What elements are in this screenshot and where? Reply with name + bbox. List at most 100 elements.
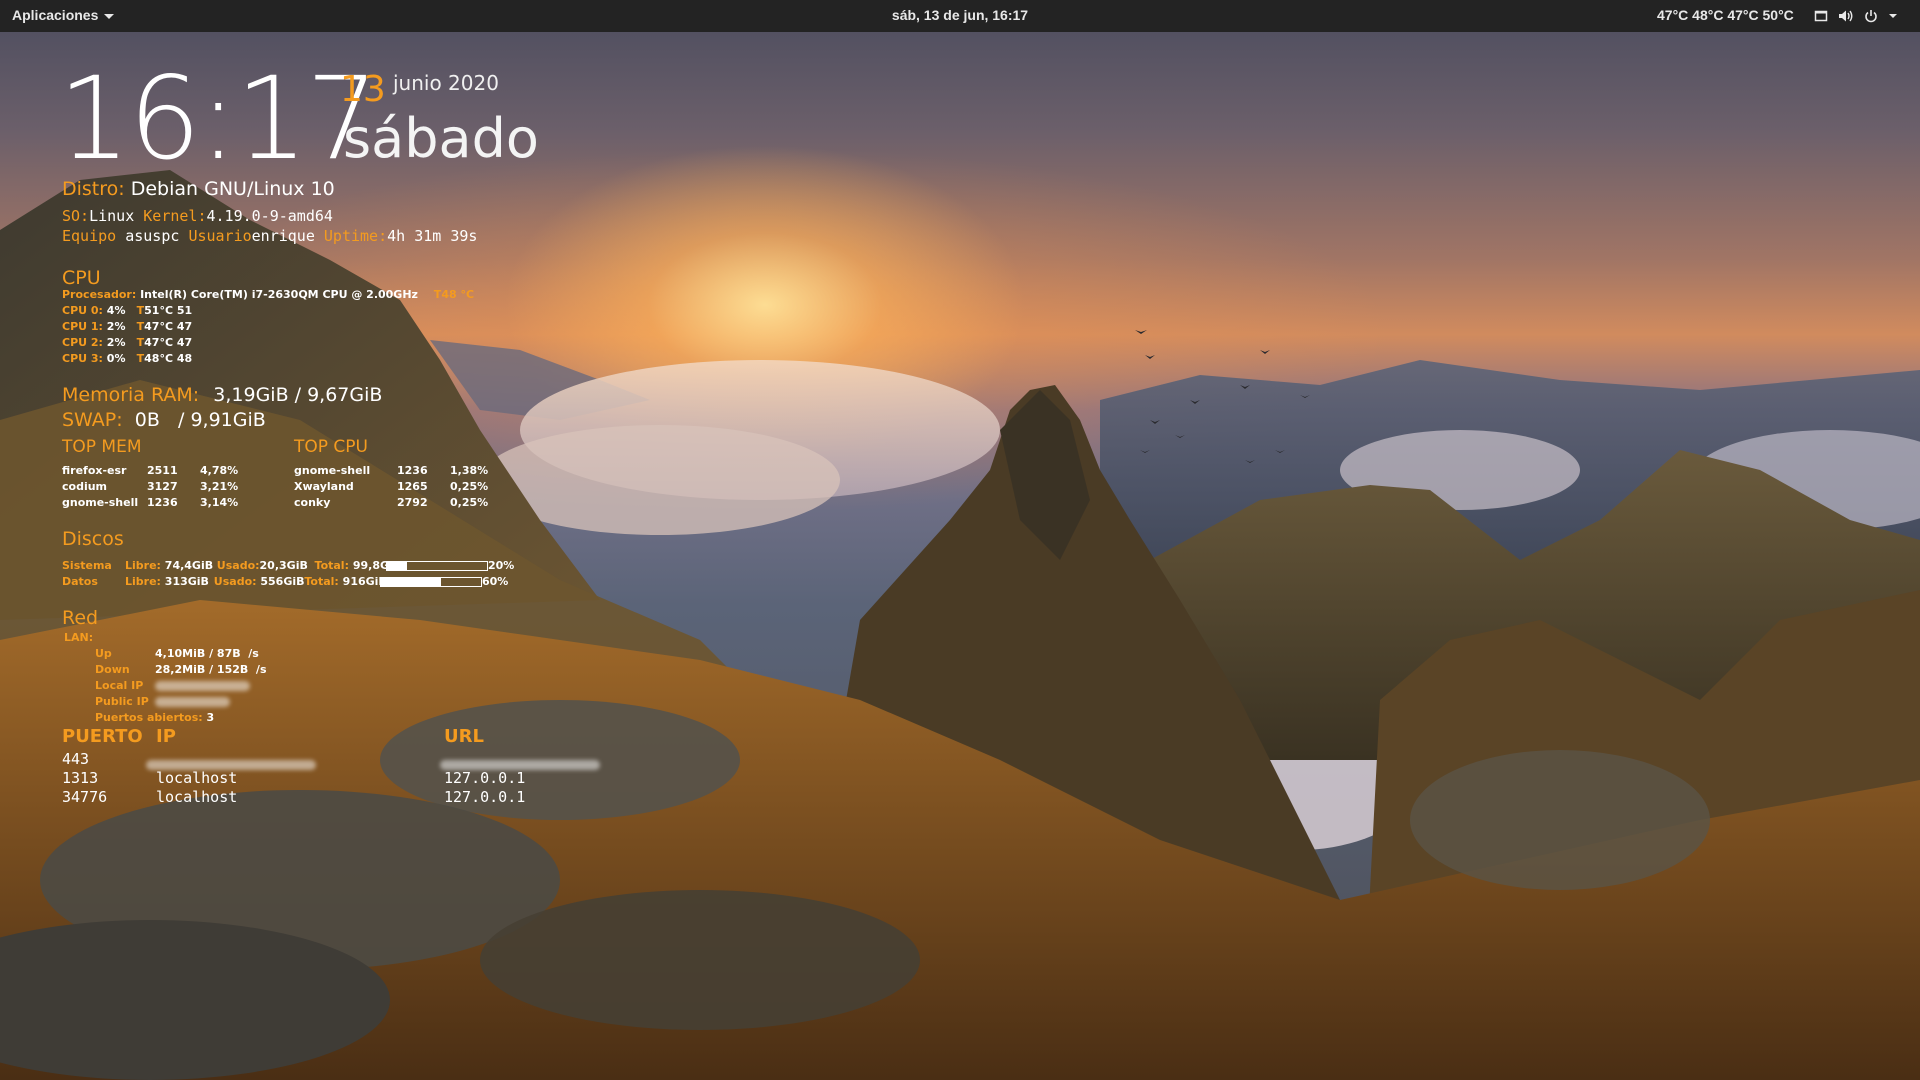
process-pct: 1,38%	[450, 464, 489, 477]
process-pct: 4,78%	[200, 464, 239, 477]
port-ip: localhost	[156, 769, 238, 787]
power-icon[interactable]	[1864, 9, 1878, 23]
processor-temp: 48 °C	[441, 288, 475, 301]
process-pid: 2792	[397, 496, 428, 509]
local-ip-redacted	[155, 681, 250, 691]
os-line: SO:Linux Kernel:4.19.0-9-amd64	[62, 207, 333, 225]
ports-header-port: PUERTO	[62, 726, 143, 747]
cpu-core-temp: 47°C 47	[144, 336, 193, 349]
cpu-core-row: CPU 0: 4% T51°C 51	[62, 304, 192, 318]
process-pid: 1236	[397, 464, 428, 477]
applications-menu[interactable]: Aplicaciones	[12, 7, 115, 23]
net-down-label: Down	[95, 663, 130, 676]
volume-icon[interactable]	[1838, 9, 1854, 23]
disk-free: 313GiB	[164, 575, 209, 588]
local-ip-label: Local IP	[95, 679, 144, 692]
cpu-section-title: CPU	[62, 267, 101, 289]
network-title: Red	[62, 607, 99, 629]
disk-total-label: Total:	[314, 559, 349, 572]
process-name: codium	[62, 480, 108, 493]
disk-usage-bar	[380, 577, 482, 587]
kernel-label: Kernel:	[143, 207, 207, 225]
top-panel: Aplicaciones sáb, 13 de jun, 16:17 47°C …	[0, 0, 1920, 32]
net-up-value: 4,10MiB / 87B /s	[155, 647, 259, 660]
top-mem-row: codium 3127 3,21%	[62, 480, 238, 494]
process-pct: 3,21%	[200, 480, 239, 493]
cpu-core-usage: 4%	[106, 304, 126, 317]
disk-used: 556GiB	[260, 575, 305, 588]
disk-name: Sistema	[62, 559, 112, 572]
local-ip-row: Local IP	[95, 679, 250, 693]
public-ip-row: Public IP	[95, 695, 230, 709]
host-line: Equipo asuspc Usuarioenrique Uptime:4h 3…	[62, 227, 477, 245]
disk-used-label: Usado:	[216, 559, 260, 572]
conky-day: 13	[340, 69, 386, 110]
process-name: Xwayland	[294, 480, 354, 493]
disk-used: 20,3GiB	[259, 559, 308, 572]
kernel-value: 4.19.0-9-amd64	[206, 207, 333, 225]
swap-value: 0B / 9,91GiB	[134, 409, 266, 431]
port-number: 443	[62, 750, 90, 768]
cpu-core-label: CPU 2:	[62, 336, 103, 349]
cpu-core-row: CPU 3: 0% T48°C 48	[62, 352, 192, 366]
port-number: 34776	[62, 788, 108, 806]
process-name: gnome-shell	[294, 464, 371, 477]
swap-label: SWAP:	[62, 409, 123, 431]
process-pct: 0,25%	[450, 496, 489, 509]
cpu-core-label: CPU 0:	[62, 304, 103, 317]
cpu-core-usage: 0%	[106, 352, 126, 365]
port-url: 127.0.0.1	[444, 788, 526, 806]
disk-pct: 20%	[488, 559, 515, 572]
top-cpu-row: conky 2792 0,25%	[294, 496, 488, 510]
disk-usage-bar	[386, 561, 488, 571]
process-pid: 1265	[397, 480, 428, 493]
applications-menu-label: Aplicaciones	[12, 7, 99, 23]
process-name: gnome-shell	[62, 496, 139, 509]
disk-name: Datos	[62, 575, 98, 588]
top-mem-title: TOP MEM	[62, 437, 142, 457]
disk-row: Datos Libre: 313GiB Usado: 556GiBTotal: 91…	[62, 575, 387, 589]
disk-usage-fill	[387, 562, 407, 570]
top-mem-row: gnome-shell 1236 3,14%	[62, 496, 238, 510]
ram-label: Memoria RAM:	[62, 384, 200, 406]
ports-header-url: URL	[444, 726, 484, 747]
disk-row: Sistema Libre: 74,4GiB Usado:20,3GiB Total:…	[62, 559, 401, 573]
process-pid: 1236	[147, 496, 178, 509]
process-pct: 3,14%	[200, 496, 239, 509]
net-down-row: Down 28,2MiB / 152B /s	[95, 663, 267, 677]
disk-free-label: Libre:	[125, 559, 161, 572]
cpu-core-row: CPU 1: 2% T47°C 47	[62, 320, 192, 334]
host-label: Equipo	[62, 227, 117, 245]
conky-month-year: junio 2020	[393, 71, 499, 95]
panel-temperatures[interactable]: 47°C 48°C 47°C 50°C	[1657, 7, 1794, 23]
cpu-core-label: CPU 3:	[62, 352, 103, 365]
conky-weekday: sábado	[343, 107, 539, 170]
distro-label: Distro:	[62, 178, 125, 200]
top-cpu-row: gnome-shell 1236 1,38%	[294, 464, 488, 478]
process-pid: 2511	[147, 464, 178, 477]
user-label: Usuario	[188, 227, 252, 245]
panel-clock[interactable]: sáb, 13 de jun, 16:17	[892, 7, 1028, 23]
distro-value: Debian GNU/Linux 10	[130, 178, 335, 200]
port-ip: localhost	[156, 788, 238, 806]
public-ip-label: Public IP	[95, 695, 149, 708]
lan-label: LAN:	[64, 631, 94, 644]
process-pid: 3127	[147, 480, 178, 493]
window-icon[interactable]	[1814, 9, 1828, 23]
disk-total-label: Total:	[304, 575, 339, 588]
disk-usage-fill	[381, 578, 441, 586]
uptime-value: 4h 31m 39s	[387, 227, 478, 245]
conky-time: 16:17	[58, 52, 379, 185]
processor-value: Intel(R) Core(TM) i7-2630QM CPU @ 2.00GH…	[140, 288, 418, 301]
cpu-core-usage: 2%	[106, 320, 126, 333]
caret-down-icon	[104, 13, 115, 19]
open-ports-row: Puertos abiertos: 3	[95, 711, 214, 725]
chevron-down-icon[interactable]	[1888, 11, 1898, 21]
processor-label: Procesador:	[62, 288, 137, 301]
public-ip-redacted	[155, 697, 230, 707]
top-mem-row: firefox-esr 2511 4,78%	[62, 464, 238, 478]
net-down-value: 28,2MiB / 152B /s	[155, 663, 267, 676]
disk-free: 74,4GiB	[164, 559, 214, 572]
swap-line: SWAP: 0B / 9,91GiB	[62, 409, 266, 431]
net-up-row: Up 4,10MiB / 87B /s	[95, 647, 259, 661]
